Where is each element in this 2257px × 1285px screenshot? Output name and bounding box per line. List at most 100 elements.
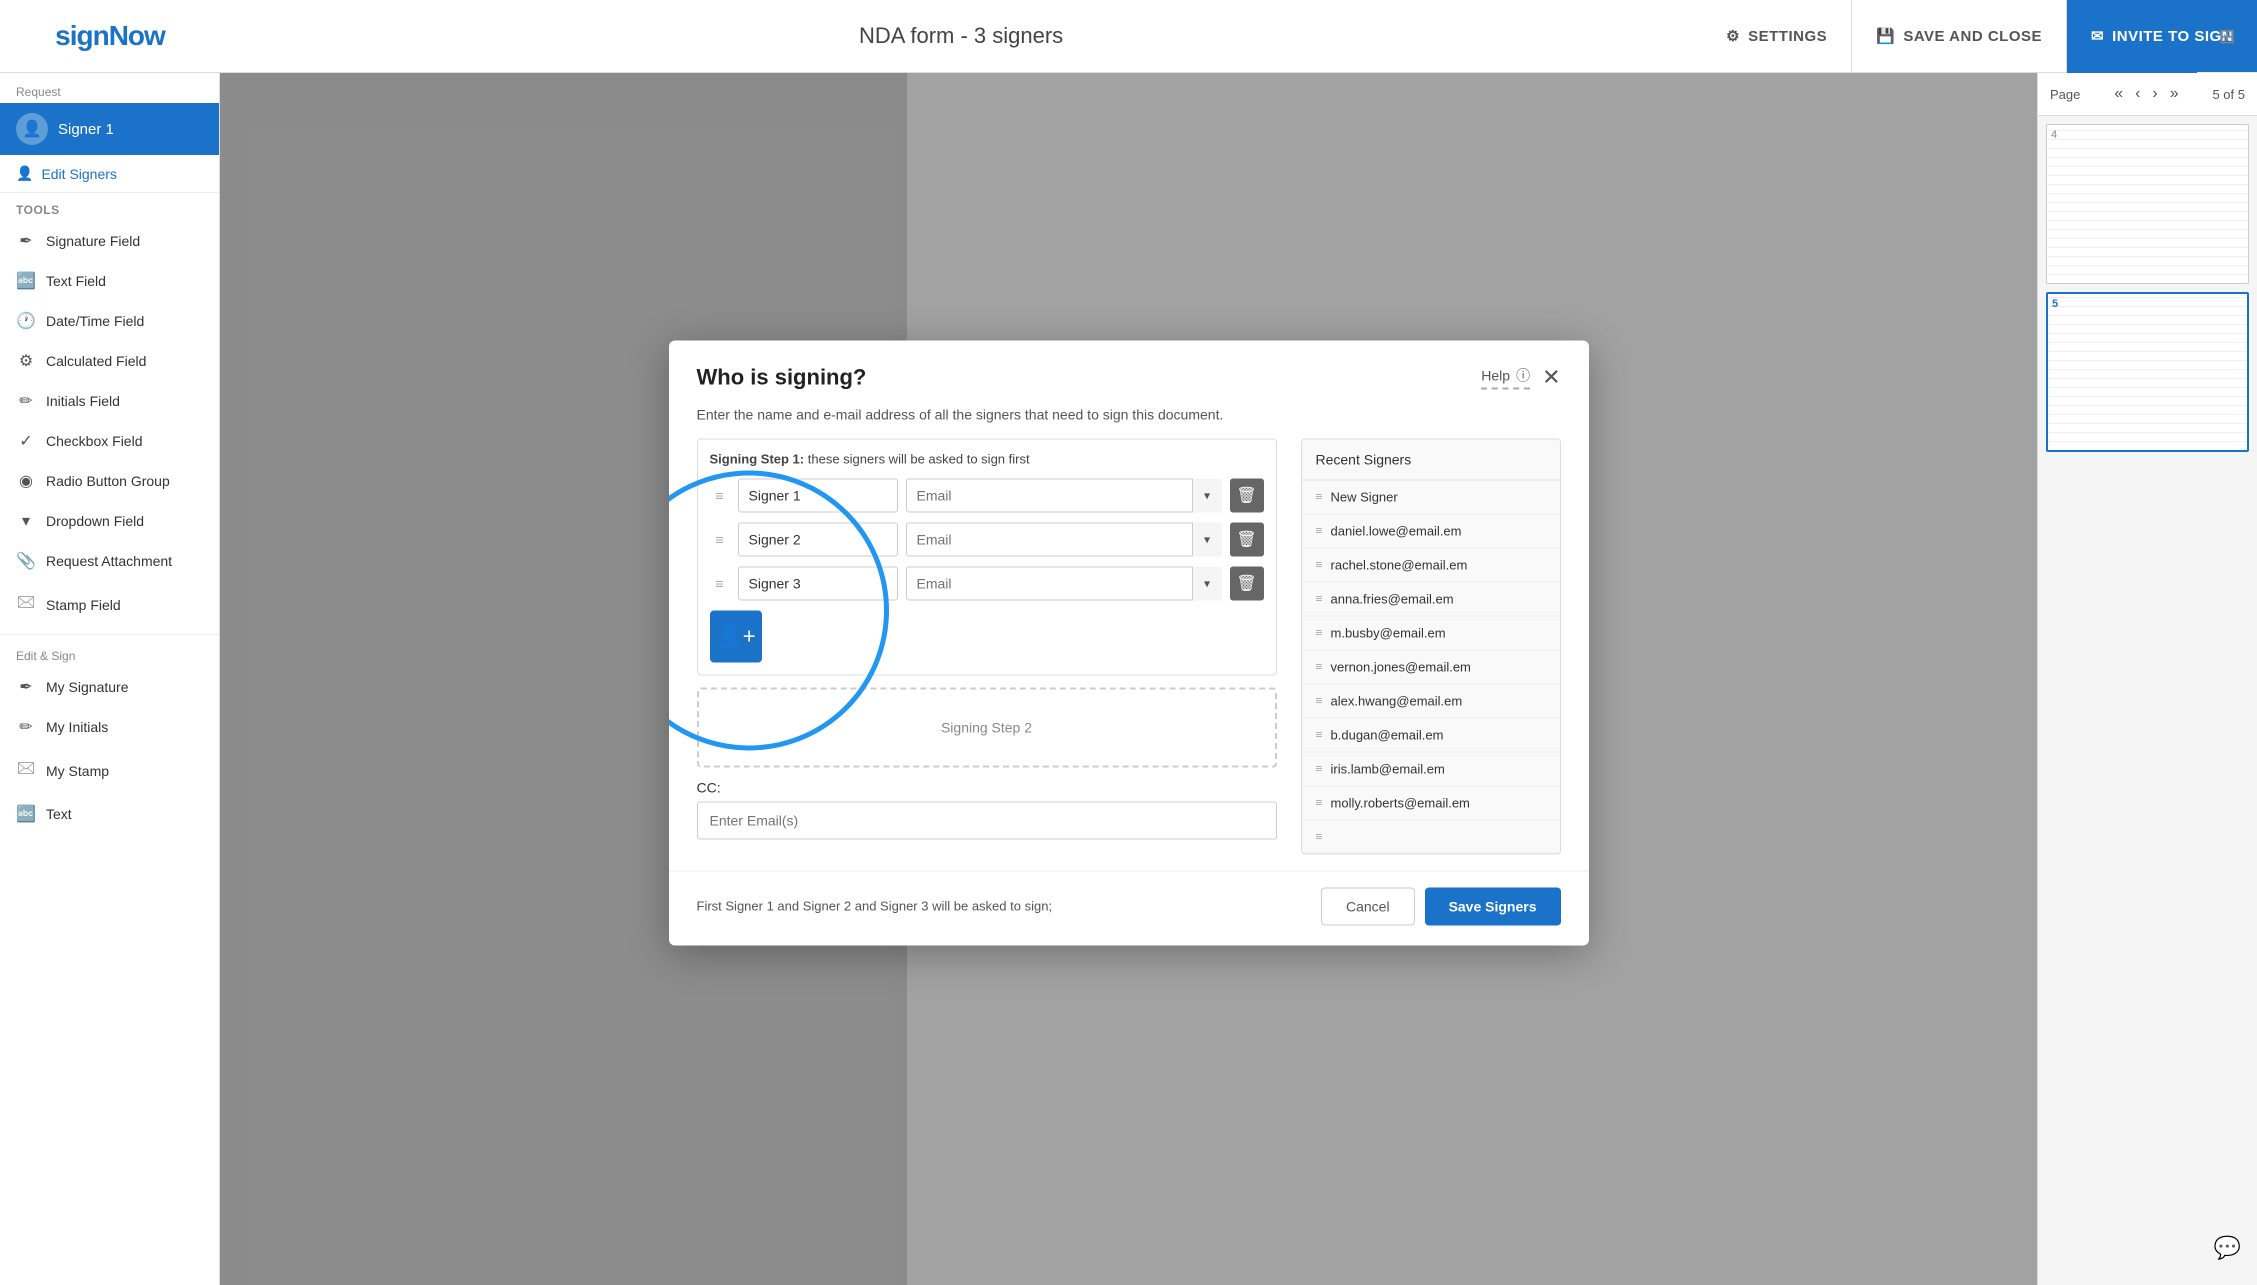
- recent-signer-9[interactable]: ≡ molly.roberts@email.em: [1302, 786, 1560, 820]
- next-page-button[interactable]: ›: [2148, 83, 2161, 105]
- topbar: signNow NDA form - 3 signers ⚙ SETTINGS …: [0, 0, 2257, 73]
- sidebar-item-checkbox-field[interactable]: ✓ Checkbox Field: [0, 421, 219, 461]
- calc-icon: ⚙: [16, 351, 36, 371]
- page-navigation: Page « ‹ › » 5 of 5: [2038, 73, 2257, 116]
- menu-icon-1: ≡: [1316, 524, 1323, 538]
- sidebar-item-label: Date/Time Field: [46, 313, 144, 329]
- sidebar-item-request-attachment[interactable]: 📎 Request Attachment: [0, 541, 219, 581]
- sidebar-item-stamp-field[interactable]: 🖂 Stamp Field: [0, 581, 219, 628]
- sidebar-item-initials-field[interactable]: ✏ Initials Field: [0, 381, 219, 421]
- page-thumb-5[interactable]: 5: [2046, 292, 2249, 452]
- recent-signer-6[interactable]: ≡ alex.hwang@email.em: [1302, 684, 1560, 718]
- delete-signer-3-button[interactable]: 🗑: [1230, 566, 1264, 600]
- my-signature-icon: ✒: [16, 677, 36, 697]
- close-modal-button[interactable]: ✕: [1542, 366, 1560, 388]
- sidebar-item-label: My Initials: [46, 719, 108, 735]
- signer-2-email-dropdown[interactable]: ▾: [1192, 522, 1222, 556]
- sidebar-item-my-stamp[interactable]: 🖂 My Stamp: [0, 747, 219, 794]
- signer-3-name-input[interactable]: [738, 566, 898, 600]
- help-button[interactable]: Help ⓘ: [1481, 365, 1530, 389]
- delete-signer-2-button[interactable]: 🗑: [1230, 522, 1264, 556]
- signer-2-name-input[interactable]: [738, 522, 898, 556]
- signer-1-email-input[interactable]: [906, 478, 1222, 512]
- sidebar-item-signature-field[interactable]: ✒ Signature Field: [0, 221, 219, 261]
- recent-signer-2[interactable]: ≡ rachel.stone@email.em: [1302, 548, 1560, 582]
- recent-signer-label: alex.hwang@email.em: [1331, 693, 1463, 708]
- recent-signer-8[interactable]: ≡ iris.lamb@email.em: [1302, 752, 1560, 786]
- sidebar-item-my-signature[interactable]: ✒ My Signature: [0, 667, 219, 707]
- text-edit-icon: 🔤: [16, 804, 36, 824]
- help-circle-icon: ⓘ: [1516, 365, 1530, 385]
- signer-1-email-dropdown[interactable]: ▾: [1192, 478, 1222, 512]
- sidebar-item-calculated-field[interactable]: ⚙ Calculated Field: [0, 341, 219, 381]
- settings-button[interactable]: ⚙ SETTINGS: [1702, 0, 1851, 73]
- sidebar-item-text-field[interactable]: 🔤 Text Field: [0, 261, 219, 301]
- page-thumb-4[interactable]: 4: [2046, 124, 2249, 284]
- recent-signer-1[interactable]: ≡ daniel.lowe@email.em: [1302, 514, 1560, 548]
- recent-signer-more[interactable]: ≡: [1302, 820, 1560, 853]
- grid-icon-btn[interactable]: ⊞: [2197, 0, 2257, 73]
- recent-signer-3[interactable]: ≡ anna.fries@email.em: [1302, 582, 1560, 616]
- signer-2-email-input[interactable]: [906, 522, 1222, 556]
- recent-signer-label: m.busby@email.em: [1331, 625, 1446, 640]
- stamp-icon: 🖂: [16, 591, 36, 618]
- grid-icon: ⊞: [2219, 24, 2236, 49]
- cancel-button[interactable]: Cancel: [1321, 887, 1415, 925]
- recent-signer-7[interactable]: ≡ b.dugan@email.em: [1302, 718, 1560, 752]
- first-page-button[interactable]: «: [2110, 83, 2127, 105]
- signer1-item[interactable]: 👤 Signer 1: [0, 103, 219, 155]
- attachment-icon: 📎: [16, 551, 36, 571]
- drag-handle-1[interactable]: ≡: [710, 487, 730, 503]
- recent-signer-label: iris.lamb@email.em: [1331, 761, 1445, 776]
- drag-handle-2[interactable]: ≡: [710, 531, 730, 547]
- drag-handle-3[interactable]: ≡: [710, 575, 730, 591]
- my-stamp-icon: 🖂: [16, 757, 36, 784]
- help-label: Help: [1481, 367, 1510, 383]
- sidebar-item-my-initials[interactable]: ✏ My Initials: [0, 707, 219, 747]
- last-page-button[interactable]: »: [2166, 83, 2183, 105]
- modal-footer: First Signer 1 and Signer 2 and Signer 3…: [669, 870, 1589, 945]
- page-number: 5 of 5: [2212, 87, 2245, 102]
- signer-row-1: ≡ ▾ 🗑: [710, 478, 1264, 512]
- topbar-actions: ⚙ SETTINGS 💾 SAVE AND CLOSE ✉ INVITE TO …: [1702, 0, 2257, 73]
- sidebar-item-text[interactable]: 🔤 Text: [0, 794, 219, 834]
- sidebar-item-label: Calculated Field: [46, 353, 146, 369]
- step-1-strong: Signing Step 1:: [710, 451, 805, 466]
- sidebar-item-radio-button-group[interactable]: ◉ Radio Button Group: [0, 461, 219, 501]
- recent-signer-4[interactable]: ≡ m.busby@email.em: [1302, 616, 1560, 650]
- text-icon: 🔤: [16, 271, 36, 291]
- signer-3-email-wrapper: ▾: [906, 566, 1222, 600]
- recent-signer-label: anna.fries@email.em: [1331, 591, 1454, 606]
- right-panel: Page « ‹ › » 5 of 5 4 5 💬: [2037, 73, 2257, 1285]
- sidebar-item-datetime-field[interactable]: 🕐 Date/Time Field: [0, 301, 219, 341]
- page-arrows: « ‹ › »: [2110, 83, 2182, 105]
- person-icon: 👤: [16, 165, 33, 182]
- signer-1-email-wrapper: ▾: [906, 478, 1222, 512]
- page-label: Page: [2050, 87, 2080, 102]
- save-signers-button[interactable]: Save Signers: [1425, 887, 1561, 925]
- add-signer-button[interactable]: 👤+: [710, 610, 762, 662]
- sidebar-item-label: Stamp Field: [46, 597, 121, 613]
- edit-signers-button[interactable]: 👤 Edit Signers: [0, 155, 219, 193]
- prev-page-button[interactable]: ‹: [2131, 83, 2144, 105]
- recent-signer-new[interactable]: ≡ New Signer: [1302, 480, 1560, 514]
- step-1-desc: these signers will be asked to sign firs…: [808, 451, 1030, 466]
- my-initials-icon: ✏: [16, 717, 36, 737]
- sidebar-item-dropdown-field[interactable]: ▾ Dropdown Field: [0, 501, 219, 541]
- save-close-button[interactable]: 💾 SAVE AND CLOSE: [1851, 0, 2067, 73]
- dropdown-icon: ▾: [16, 511, 36, 531]
- signer-3-email-dropdown[interactable]: ▾: [1192, 566, 1222, 600]
- delete-signer-1-button[interactable]: 🗑: [1230, 478, 1264, 512]
- page-thumbnails: 4 5: [2038, 116, 2257, 460]
- sidebar-item-label: My Stamp: [46, 763, 109, 779]
- signer-1-name-input[interactable]: [738, 478, 898, 512]
- recent-signer-5[interactable]: ≡ vernon.jones@email.em: [1302, 650, 1560, 684]
- cc-input[interactable]: [697, 801, 1277, 839]
- sidebar-item-label: Initials Field: [46, 393, 120, 409]
- menu-icon-9: ≡: [1316, 796, 1323, 810]
- modal-title: Who is signing?: [697, 364, 867, 390]
- sidebar-item-label: Text: [46, 806, 72, 822]
- sidebar-item-label: Text Field: [46, 273, 106, 289]
- modal-header: Who is signing? Help ⓘ ✕: [669, 340, 1589, 406]
- signer-3-email-input[interactable]: [906, 566, 1222, 600]
